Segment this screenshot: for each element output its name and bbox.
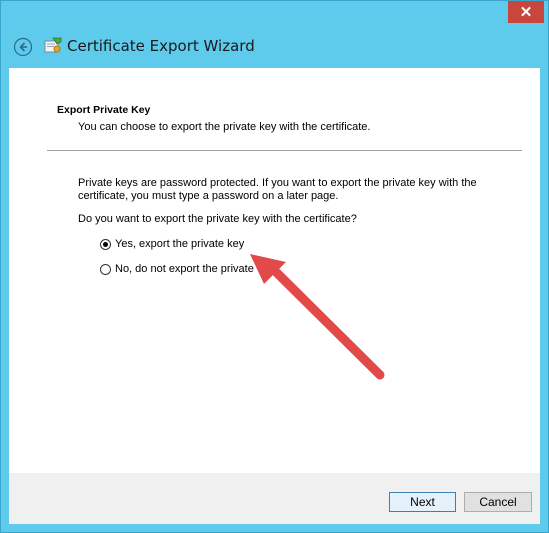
close-button[interactable]: ✕ — [508, 1, 544, 23]
cancel-button[interactable]: Cancel — [464, 492, 532, 512]
radio-yes-label[interactable]: Yes, export the private key — [115, 238, 244, 250]
back-arrow-icon[interactable] — [13, 37, 33, 57]
radio-no-label[interactable]: No, do not export the private — [115, 263, 254, 275]
radio-yes[interactable] — [100, 238, 111, 250]
radio-no[interactable] — [100, 263, 111, 275]
page-heading: Export Private Key — [57, 104, 151, 116]
wizard-window: ✕ Certificate Export Wizard Export Priva… — [0, 0, 549, 533]
radio-option-yes[interactable]: Yes, export the private key — [100, 238, 244, 250]
radio-option-no[interactable]: No, do not export the private — [100, 263, 254, 275]
close-icon: ✕ — [519, 4, 533, 21]
certificate-icon — [44, 37, 62, 53]
wizard-footer: Next Cancel — [9, 473, 540, 524]
window-title: Certificate Export Wizard — [67, 37, 255, 55]
title-bar: Certificate Export Wizard — [1, 29, 548, 65]
wizard-content: Export Private Key You can choose to exp… — [9, 68, 540, 473]
page-description: You can choose to export the private key… — [78, 121, 371, 133]
export-question: Do you want to export the private key wi… — [78, 213, 357, 225]
next-button[interactable]: Next — [389, 492, 456, 512]
divider — [47, 150, 522, 151]
info-text: Private keys are password protected. If … — [78, 177, 477, 202]
